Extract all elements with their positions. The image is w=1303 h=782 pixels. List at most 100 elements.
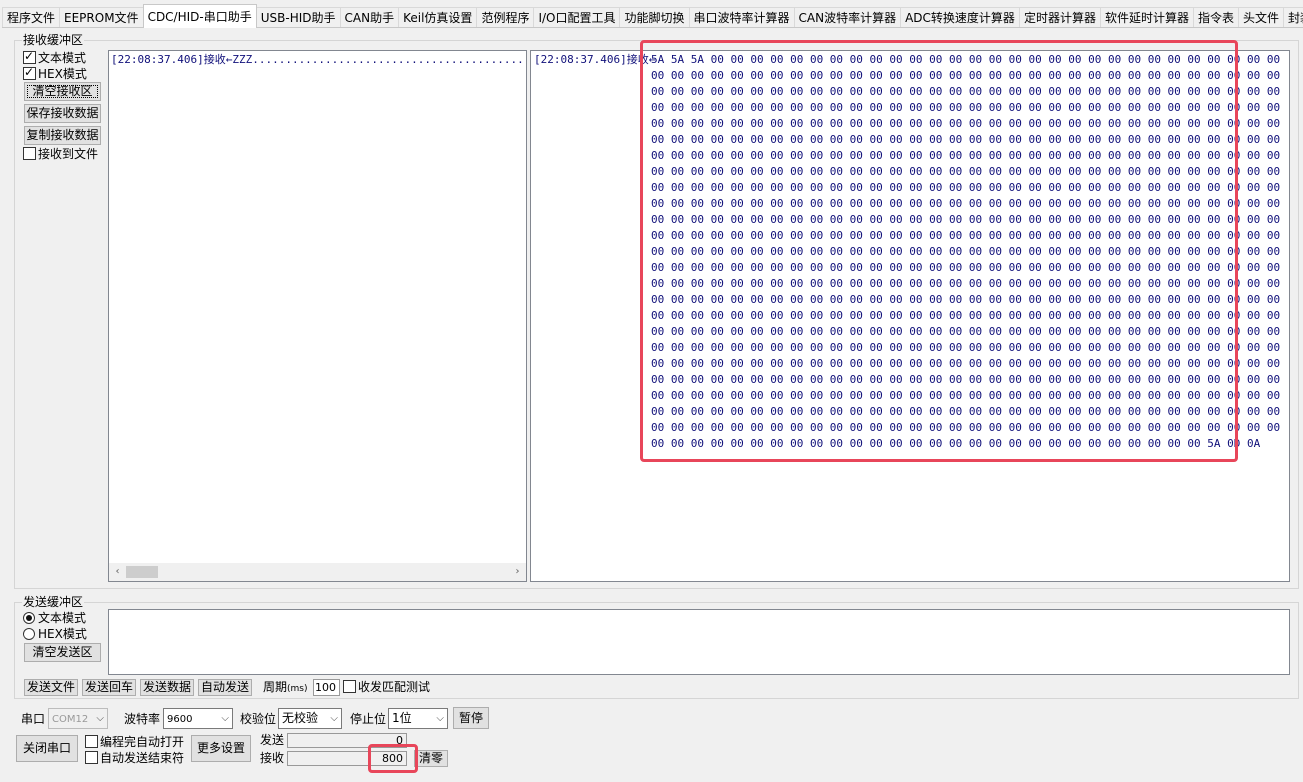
period-label-text: 周期 (263, 680, 288, 694)
send-cr-button[interactable]: 发送回车 (82, 679, 136, 696)
close-port-button[interactable]: 关闭串口 (16, 735, 78, 762)
tab-item[interactable]: USB-HID助手 (255, 7, 341, 27)
chevron-down-icon: ⌵ (330, 713, 338, 724)
stop-bits-select-value: 1位 (392, 711, 412, 725)
stop-bits-select[interactable]: 1位 ⌵ (388, 708, 448, 729)
tab-item[interactable]: ADC转换速度计算器 (900, 7, 1020, 27)
send-file-button[interactable]: 发送文件 (24, 679, 78, 696)
scroll-right-icon[interactable]: › (509, 564, 526, 581)
radio-dot[interactable] (23, 612, 35, 624)
tab-item[interactable]: 软件延时计算器 (1099, 7, 1194, 27)
tab-item[interactable]: 范例程序 (476, 7, 535, 27)
hex-line: 00 00 00 00 00 00 00 00 00 00 00 00 00 0… (651, 341, 1281, 354)
receive-text-area[interactable]: [22:08:37.406]接收←ZZZ....................… (108, 50, 527, 582)
receive-to-file-checkbox[interactable]: 接收到文件 (23, 146, 98, 162)
radio-dot[interactable] (23, 628, 35, 640)
send-count-label: 发送 (260, 733, 285, 747)
receive-buffer-title: 接收缓冲区 (22, 33, 85, 47)
scrollbar-thumb[interactable] (126, 566, 158, 578)
hex-line: 00 00 00 00 00 00 00 00 00 00 00 00 00 0… (651, 293, 1281, 306)
parity-select[interactable]: 无校验 ⌵ (278, 708, 342, 729)
hex-line: 00 00 00 00 00 00 00 00 00 00 00 00 00 0… (651, 133, 1281, 146)
checkbox-box[interactable] (343, 680, 356, 693)
save-receive-button[interactable]: 保存接收数据 (24, 104, 101, 123)
checkbox-box[interactable] (85, 751, 98, 764)
hex-line: 00 00 00 00 00 00 00 00 00 00 00 00 00 0… (651, 197, 1281, 210)
receive-text-mode-checkbox[interactable]: 文本模式 (23, 49, 86, 66)
hex-line: 00 00 00 00 00 00 00 00 00 00 00 00 00 0… (651, 69, 1281, 82)
tab-item[interactable]: 功能脚切换 (619, 7, 690, 27)
tab-item[interactable]: 指令表 (1192, 7, 1239, 27)
pause-button[interactable]: 暂停 (453, 707, 489, 729)
tab-item[interactable]: CDC/HID-串口助手 (142, 4, 257, 28)
hex-line: 00 00 00 00 00 00 00 00 00 00 00 00 00 0… (651, 149, 1281, 162)
period-label: 周期(ms) (263, 679, 308, 697)
receive-text-line: [22:08:37.406]接收←ZZZ....................… (111, 53, 524, 66)
hex-line: 00 00 00 00 00 00 00 00 00 00 00 00 00 0… (651, 421, 1281, 434)
auto-end-checkbox[interactable]: 自动发送结束符 (85, 750, 184, 766)
send-text-mode-label: 文本模式 (38, 611, 87, 625)
clear-receive-button[interactable]: 清空接收区 (24, 82, 101, 101)
scroll-left-icon[interactable]: ‹ (109, 564, 126, 581)
stop-bits-label: 停止位 (350, 712, 387, 726)
auto-end-label: 自动发送结束符 (100, 751, 185, 765)
hex-line: 00 00 00 00 00 00 00 00 00 00 00 00 00 0… (651, 261, 1281, 274)
hex-line: 00 00 00 00 00 00 00 00 00 00 00 00 00 0… (651, 277, 1281, 290)
hex-line: 00 00 00 00 00 00 00 00 00 00 00 00 00 0… (651, 85, 1281, 98)
send-buffer-title: 发送缓冲区 (22, 595, 85, 609)
tab-item[interactable]: CAN助手 (339, 7, 400, 27)
receive-hex-prefix: [22:08:37.406]接收← (534, 53, 656, 66)
checkbox-box[interactable] (85, 735, 98, 748)
send-text-area[interactable] (108, 609, 1290, 675)
horizontal-scrollbar[interactable]: ‹ › (109, 563, 526, 581)
hex-line: 00 00 00 00 00 00 00 00 00 00 00 00 00 0… (651, 405, 1281, 418)
tab-item[interactable]: 封装 (1283, 7, 1303, 27)
auto-open-checkbox[interactable]: 编程完自动打开 (85, 734, 184, 750)
period-input[interactable]: 100 (313, 679, 340, 696)
chevron-down-icon: ⌵ (221, 713, 229, 724)
match-test-checkbox[interactable]: 收发匹配测试 (343, 679, 430, 695)
recv-count-field: 800 (287, 751, 407, 766)
tab-item[interactable]: 串口波特率计算器 (688, 7, 795, 27)
hex-line: 00 00 00 00 00 00 00 00 00 00 00 00 00 0… (651, 245, 1281, 258)
tab-item[interactable]: EEPROM文件 (59, 7, 144, 27)
more-settings-button[interactable]: 更多设置 (191, 735, 251, 762)
auto-send-button[interactable]: 自动发送 (198, 679, 252, 696)
tab-item[interactable]: Keil仿真设置 (398, 7, 478, 27)
baud-label: 波特率 (124, 712, 161, 726)
receive-hex-lines: 5A 5A 5A 00 00 00 00 00 00 00 00 00 00 0… (651, 52, 1280, 452)
clear-count-button[interactable]: 清零 (414, 750, 448, 767)
tab-item[interactable]: 程序文件 (2, 7, 61, 27)
checkbox-box[interactable] (23, 49, 36, 64)
hex-line: 00 00 00 00 00 00 00 00 00 00 00 00 00 0… (651, 309, 1281, 322)
chevron-down-icon: ⌵ (436, 713, 444, 724)
port-select[interactable]: COM12 ⌵ (48, 708, 108, 729)
hex-line: 00 00 00 00 00 00 00 00 00 00 00 00 00 0… (651, 357, 1281, 370)
clear-send-button[interactable]: 清空发送区 (24, 643, 101, 662)
tab-item[interactable]: 定时器计算器 (1018, 7, 1101, 27)
hex-line: 00 00 00 00 00 00 00 00 00 00 00 00 00 0… (651, 165, 1281, 178)
send-count-field: 0 (287, 733, 407, 748)
checkbox-box[interactable] (23, 65, 36, 80)
hex-line: 00 00 00 00 00 00 00 00 00 00 00 00 00 0… (651, 437, 1261, 450)
send-text-mode-radio[interactable]: 文本模式 (23, 610, 86, 626)
port-label: 串口 (21, 712, 46, 726)
tab-strip: 程序文件 EEPROM文件 CDC/HID-串口助手 USB-HID助手 CAN助手 Ke… (2, 4, 1303, 28)
copy-receive-button[interactable]: 复制接收数据 (24, 126, 101, 145)
port-select-value: COM12 (52, 714, 89, 725)
send-hex-mode-radio[interactable]: HEX模式 (23, 626, 87, 642)
receive-hex-area[interactable]: [22:08:37.406]接收← 5A 5A 5A 00 00 00 00 0… (530, 50, 1290, 582)
tab-item[interactable]: I/O口配置工具 (533, 7, 621, 27)
hex-line: 00 00 00 00 00 00 00 00 00 00 00 00 00 0… (651, 117, 1281, 130)
hex-line: 00 00 00 00 00 00 00 00 00 00 00 00 00 0… (651, 373, 1281, 386)
receive-hex-mode-checkbox[interactable]: HEX模式 (23, 65, 87, 82)
tab-item[interactable]: 头文件 (1237, 7, 1284, 27)
receive-to-file-label: 接收到文件 (38, 147, 99, 161)
hex-line: 00 00 00 00 00 00 00 00 00 00 00 00 00 0… (651, 101, 1281, 114)
recv-count-label: 接收 (260, 751, 285, 765)
period-unit: (ms) (287, 684, 308, 694)
checkbox-box[interactable] (23, 147, 36, 160)
send-data-button[interactable]: 发送数据 (140, 679, 194, 696)
tab-item[interactable]: CAN波特率计算器 (793, 7, 902, 27)
baud-select[interactable]: 9600 ⌵ (163, 708, 233, 729)
